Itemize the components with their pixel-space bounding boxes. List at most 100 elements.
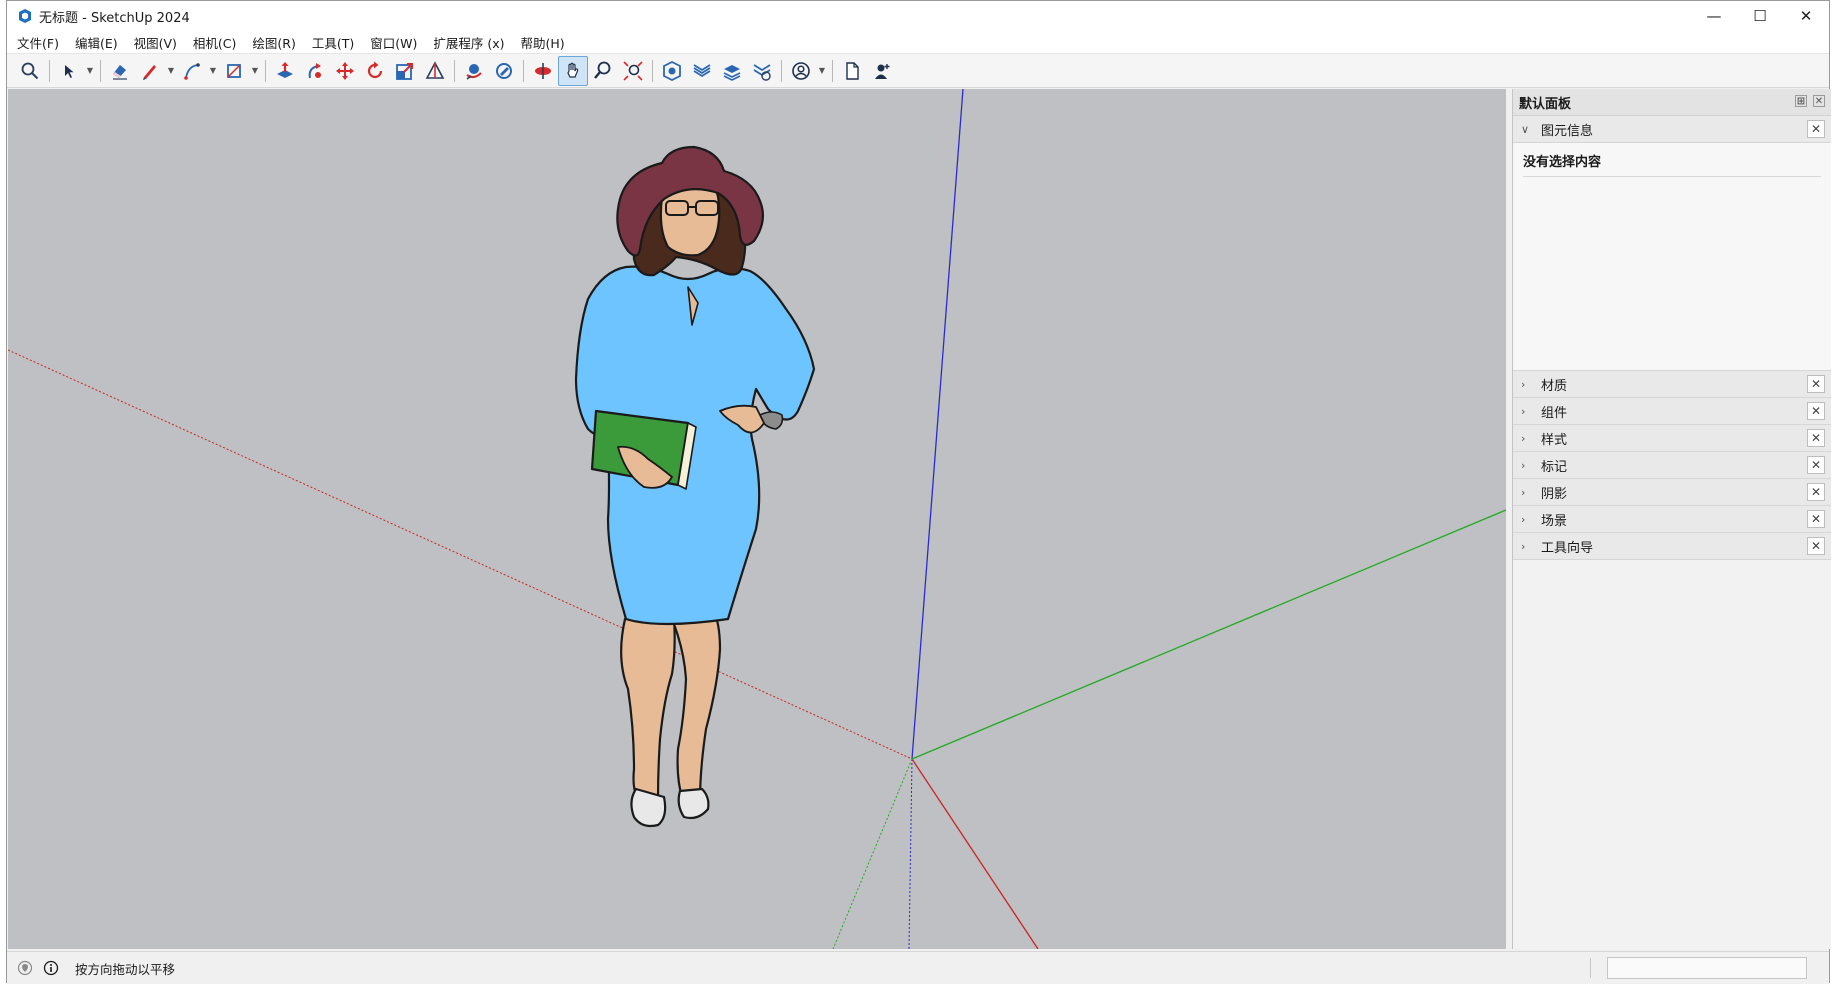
arc-icon[interactable] bbox=[177, 56, 207, 86]
chevron-down-icon[interactable]: ▼ bbox=[84, 56, 96, 86]
panel-entity-info[interactable]: ∨ 图元信息 ✕ bbox=[1513, 116, 1831, 143]
solid-tools-icon[interactable] bbox=[747, 56, 777, 86]
new-file-icon[interactable] bbox=[837, 56, 867, 86]
zoom-icon[interactable] bbox=[588, 56, 618, 86]
chevron-right-icon: › bbox=[1521, 539, 1526, 553]
sketchup-window: 无标题 - SketchUp 2024 — ☐ ✕ 文件(F) 编辑(E) 视图… bbox=[6, 0, 1831, 984]
zoom-extents-icon[interactable] bbox=[618, 56, 648, 86]
tray-title: 默认面板 bbox=[1519, 96, 1572, 112]
search-icon[interactable] bbox=[15, 56, 45, 86]
move-icon[interactable] bbox=[330, 56, 360, 86]
chevron-right-icon: › bbox=[1521, 458, 1526, 472]
drawing-viewport[interactable] bbox=[8, 89, 1506, 949]
left-shoe bbox=[630, 787, 667, 828]
close-icon[interactable]: ✕ bbox=[1807, 120, 1825, 138]
menu-tools[interactable]: 工具(T) bbox=[302, 33, 360, 52]
eraser-icon[interactable] bbox=[105, 56, 135, 86]
sketchup-logo-icon bbox=[19, 9, 31, 23]
menu-bar: 文件(F) 编辑(E) 视图(V) 相机(C) 绘图(R) 工具(T) 窗口(W… bbox=[7, 31, 1829, 54]
close-icon[interactable]: ✕ bbox=[1807, 537, 1825, 555]
menu-camera[interactable]: 相机(C) bbox=[183, 33, 242, 52]
follow-me-icon[interactable] bbox=[300, 56, 330, 86]
close-icon[interactable]: ✕ bbox=[1813, 95, 1825, 107]
orbit-icon[interactable] bbox=[459, 56, 489, 86]
pencil-line-icon[interactable] bbox=[135, 56, 165, 86]
menu-help[interactable]: 帮助(H) bbox=[511, 33, 571, 52]
geo-location-icon[interactable] bbox=[17, 960, 33, 976]
menu-edit[interactable]: 编辑(E) bbox=[65, 33, 124, 52]
green-axis bbox=[911, 509, 1506, 760]
toolbar-separator bbox=[781, 59, 782, 82]
pin-icon[interactable]: ⊞ bbox=[1795, 95, 1807, 107]
chevron-right-icon: › bbox=[1521, 404, 1526, 418]
close-icon[interactable]: ✕ bbox=[1807, 402, 1825, 420]
panel-materials[interactable]: › 材质 ✕ bbox=[1513, 371, 1831, 398]
close-icon[interactable]: ✕ bbox=[1807, 483, 1825, 501]
pan-icon[interactable] bbox=[558, 55, 588, 86]
status-divider bbox=[1590, 958, 1591, 978]
main-toolbar: ▼ ▼ ▼ ▼ ▼ bbox=[7, 54, 1829, 88]
account-icon[interactable] bbox=[786, 56, 816, 86]
chevron-right-icon: › bbox=[1521, 377, 1526, 391]
panel-label: 场景 bbox=[1541, 513, 1568, 529]
push-pull-icon[interactable] bbox=[270, 56, 300, 86]
menu-file[interactable]: 文件(F) bbox=[7, 33, 65, 52]
protractor-icon[interactable] bbox=[420, 56, 450, 86]
blue-axis-hidden bbox=[908, 758, 913, 949]
minimize-button[interactable]: — bbox=[1691, 1, 1737, 31]
panel-label: 标记 bbox=[1541, 459, 1568, 475]
chevron-down-icon[interactable]: ▼ bbox=[816, 56, 828, 86]
title-bar: 无标题 - SketchUp 2024 — ☐ ✕ bbox=[7, 1, 1829, 31]
add-user-icon[interactable] bbox=[867, 56, 897, 86]
layout-icon[interactable] bbox=[717, 56, 747, 86]
panel-label: 图元信息 bbox=[1541, 123, 1594, 139]
position-camera-icon[interactable] bbox=[528, 56, 558, 86]
status-bar: 按方向拖动以平移 bbox=[7, 951, 1829, 984]
chevron-down-icon[interactable]: ▼ bbox=[165, 56, 177, 86]
red-axis bbox=[911, 758, 1039, 949]
close-icon[interactable]: ✕ bbox=[1807, 429, 1825, 447]
menu-view[interactable]: 视图(V) bbox=[124, 33, 183, 52]
rectangle-icon[interactable] bbox=[219, 56, 249, 86]
panel-components[interactable]: › 组件 ✕ bbox=[1513, 398, 1831, 425]
panel-scenes[interactable]: › 场景 ✕ bbox=[1513, 506, 1831, 533]
close-icon[interactable]: ✕ bbox=[1807, 456, 1825, 474]
panel-label: 材质 bbox=[1541, 378, 1568, 394]
scale-icon[interactable] bbox=[390, 56, 420, 86]
menu-window[interactable]: 窗口(W) bbox=[360, 33, 423, 52]
toolbar-separator bbox=[49, 59, 50, 82]
menu-draw[interactable]: 绘图(R) bbox=[242, 33, 301, 52]
panel-shadows[interactable]: › 阴影 ✕ bbox=[1513, 479, 1831, 506]
status-text: 按方向拖动以平移 bbox=[75, 961, 176, 977]
close-button[interactable]: ✕ bbox=[1783, 1, 1829, 31]
panel-styles[interactable]: › 样式 ✕ bbox=[1513, 425, 1831, 452]
rotate-icon[interactable] bbox=[360, 56, 390, 86]
extension-warehouse-icon[interactable] bbox=[687, 56, 717, 86]
chevron-down-icon[interactable]: ▼ bbox=[207, 56, 219, 86]
panel-tags[interactable]: › 标记 ✕ bbox=[1513, 452, 1831, 479]
window-title: 无标题 - SketchUp 2024 bbox=[39, 10, 190, 26]
close-icon[interactable]: ✕ bbox=[1807, 510, 1825, 528]
chevron-down-icon[interactable]: ▼ bbox=[249, 56, 261, 86]
person-figure bbox=[574, 145, 816, 828]
info-icon[interactable] bbox=[43, 960, 59, 976]
panel-label: 组件 bbox=[1541, 405, 1568, 421]
measurements-box[interactable] bbox=[1607, 957, 1807, 979]
scene-canvas bbox=[8, 89, 1506, 949]
maximize-button[interactable]: ☐ bbox=[1737, 1, 1783, 31]
close-icon[interactable]: ✕ bbox=[1807, 375, 1825, 393]
right-shoe bbox=[677, 787, 710, 820]
tray-header: 默认面板 ⊞ ✕ bbox=[1513, 89, 1831, 116]
panel-instructor[interactable]: › 工具向导 ✕ bbox=[1513, 533, 1831, 560]
chevron-right-icon: › bbox=[1521, 431, 1526, 445]
panel-label: 阴影 bbox=[1541, 486, 1568, 502]
warehouse-icon[interactable] bbox=[657, 56, 687, 86]
panel-label: 样式 bbox=[1541, 432, 1568, 448]
select-arrow-icon[interactable] bbox=[54, 56, 84, 86]
left-leg bbox=[620, 617, 676, 801]
default-tray: 默认面板 ⊞ ✕ ∨ 图元信息 ✕ 没有选择内容 › 材质 ✕ › 组件 ✕ ›… bbox=[1512, 89, 1831, 949]
blue-axis bbox=[911, 89, 964, 760]
paint-bucket-icon[interactable] bbox=[489, 56, 519, 86]
menu-extensions[interactable]: 扩展程序 (x) bbox=[423, 33, 510, 52]
toolbar-separator bbox=[652, 59, 653, 82]
